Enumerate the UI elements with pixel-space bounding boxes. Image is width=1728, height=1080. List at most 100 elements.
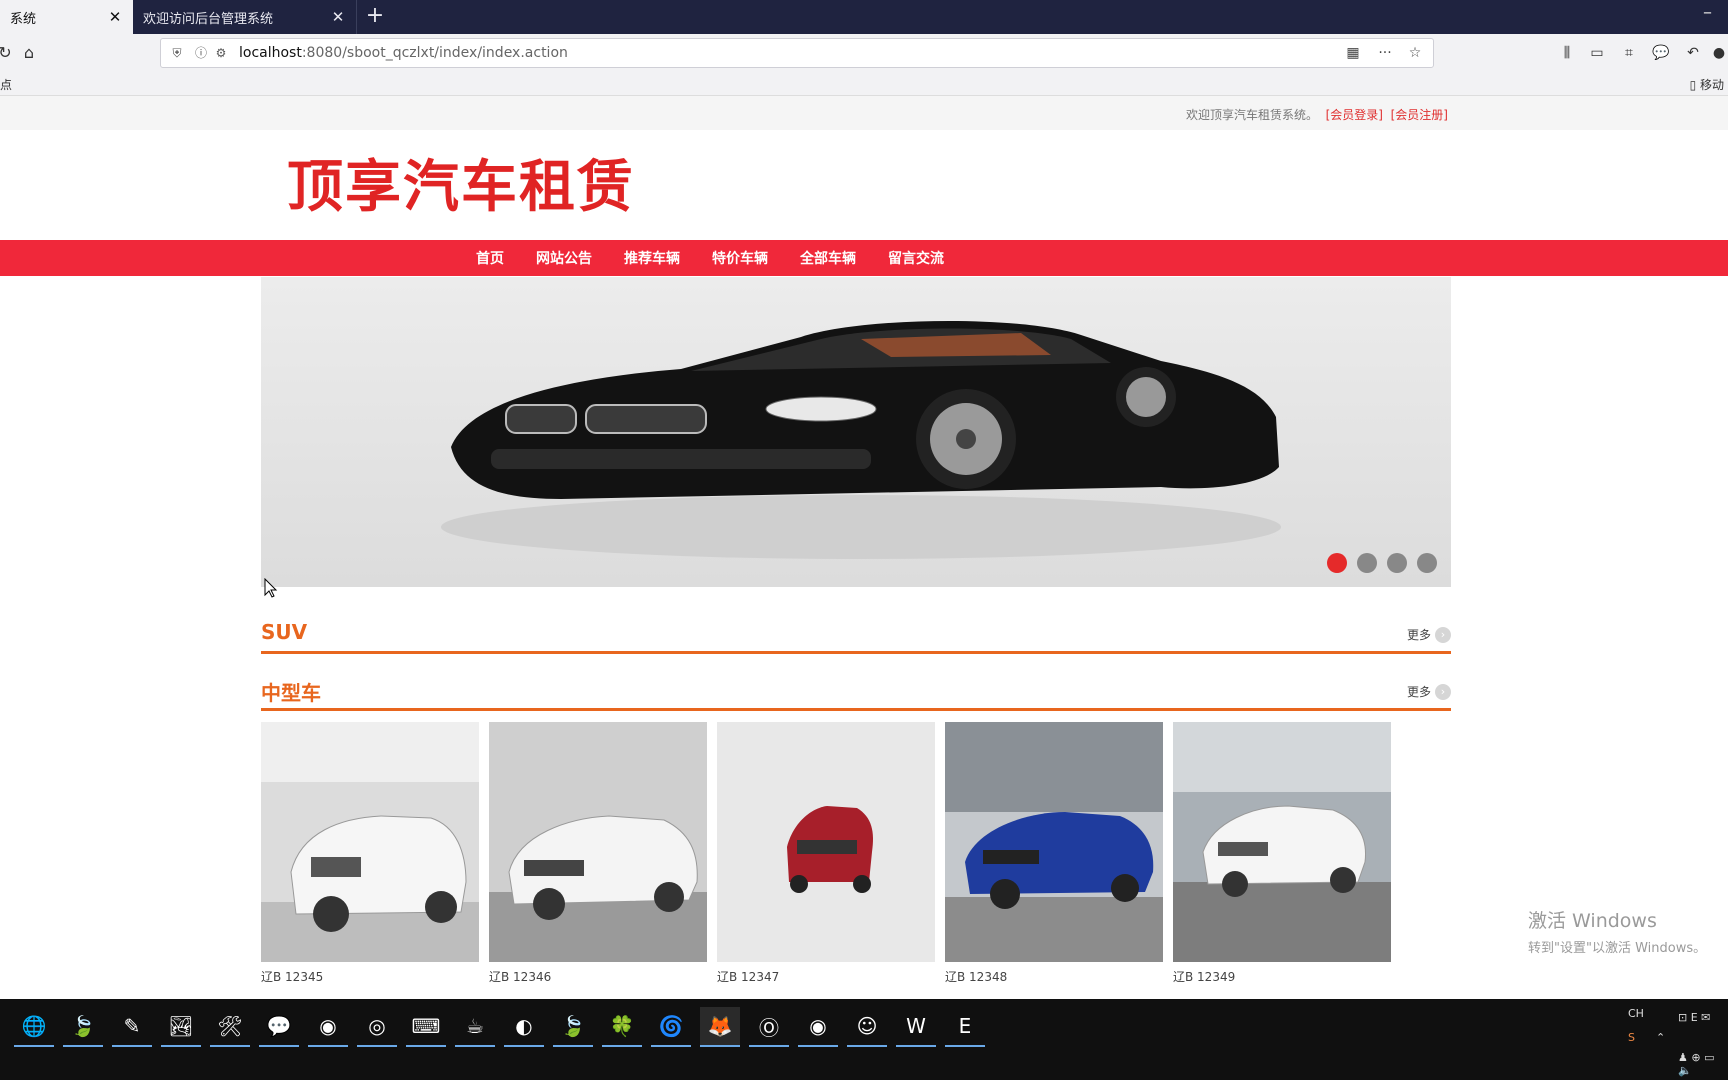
sidebar-icon[interactable]: ▭ — [1586, 43, 1608, 65]
green-app-icon-2[interactable]: 🍀 — [602, 1007, 642, 1047]
shield-icon[interactable]: ⛨ — [169, 45, 185, 61]
editor-icon[interactable]: E — [945, 1007, 985, 1047]
bookmark-item[interactable]: 点 — [0, 76, 12, 93]
qr-code-icon[interactable]: ▦ — [1343, 44, 1363, 64]
new-tab-button[interactable]: + — [362, 4, 388, 30]
browser-icon[interactable]: 🌐 — [14, 1007, 54, 1047]
chrome-icon-2[interactable]: ◉ — [798, 1007, 838, 1047]
member-login-link[interactable]: [会员登录] — [1326, 108, 1383, 122]
bookmark-star-icon[interactable]: ☆ — [1405, 44, 1425, 64]
more-link[interactable]: 更多 › — [1407, 626, 1451, 643]
opera-icon[interactable]: Ⓞ — [749, 1007, 789, 1047]
library-icon[interactable]: ⫼ — [1556, 43, 1578, 65]
car-plate[interactable]: 辽B 12349 — [1173, 968, 1391, 985]
mouse-cursor-icon — [264, 577, 278, 602]
more-actions-icon[interactable]: ··· — [1375, 44, 1395, 64]
word-icon[interactable]: W — [896, 1007, 936, 1047]
banner-car-image — [441, 320, 1281, 559]
more-label: 更多 — [1406, 685, 1431, 699]
browser-tab-admin[interactable]: 欢迎访问后台管理系统 ✕ — [133, 0, 357, 34]
mobile-bookmarks-label: 移动 — [1699, 78, 1724, 92]
browser-blue-icon[interactable]: ◎ — [357, 1007, 397, 1047]
ime-icon[interactable]: S — [1628, 1031, 1635, 1044]
header: 顶享汽车租赁 — [0, 130, 1728, 240]
carousel-dot-2[interactable] — [1357, 553, 1377, 573]
site-top-bar: 欢迎顶享汽车租赁系统。 [会员登录] [会员注册] — [0, 96, 1728, 130]
mobile-bookmarks[interactable]: ▯ 移动 — [1690, 76, 1724, 93]
member-register-link[interactable]: [会员注册] — [1391, 108, 1448, 122]
carousel-dot-3[interactable] — [1387, 553, 1407, 573]
undo-icon[interactable]: ↶ — [1682, 43, 1704, 65]
main-menu: 首页 网站公告 推荐车辆 特价车辆 全部车辆 留言交流 — [0, 240, 1728, 276]
tray-network-icon[interactable]: ♟ ⊕ ▭ 🔈 — [1678, 1051, 1728, 1077]
watermark-line2: 转到"设置"以激活 Windows。 — [1528, 941, 1707, 956]
banner-carousel[interactable] — [261, 277, 1451, 587]
section-title: 中型车 — [261, 681, 321, 705]
permissions-icon[interactable]: ⚙ — [213, 45, 229, 61]
home-icon[interactable]: ⌂ — [18, 43, 40, 65]
car-plate[interactable]: 辽B 12346 — [489, 968, 707, 985]
car-plate[interactable]: 辽B 12345 — [261, 968, 479, 985]
chat-icon[interactable]: 💬 — [1650, 43, 1672, 65]
info-icon[interactable]: ⓘ — [193, 45, 209, 61]
chevron-up-icon[interactable]: ⌃ — [1656, 1031, 1665, 1044]
tools-app-icon[interactable]: 🛠 — [210, 1007, 250, 1047]
section-midsize: 中型车 更多 › — [261, 667, 1451, 711]
extension-icon[interactable]: ● — [1708, 43, 1728, 65]
leaf-app-icon[interactable]: 🍃 — [63, 1007, 103, 1047]
car-photo[interactable] — [945, 722, 1163, 962]
bookmarks-bar: 点 ▯ 移动 — [0, 72, 1728, 96]
browser-tab-bar: 系统 ✕ 欢迎访问后台管理系统 ✕ + – — [0, 0, 1728, 34]
chrome-icon[interactable]: ◉ — [308, 1007, 348, 1047]
car-photo[interactable] — [717, 722, 935, 962]
welcome-line: 欢迎顶享汽车租赁系统。 [会员登录] [会员注册] — [1186, 106, 1448, 123]
ide-icon[interactable]: ⌨ — [406, 1007, 446, 1047]
car-card[interactable]: 辽B 12347 — [717, 722, 935, 985]
menu-item-all-cars[interactable]: 全部车辆 — [800, 248, 856, 268]
crop-icon[interactable]: ⌗ — [1618, 43, 1640, 65]
url-text[interactable]: localhost:8080/sboot_qczlxt/index/index.… — [239, 45, 568, 61]
address-bar[interactable]: ⛨ ⓘ ⚙ localhost:8080/sboot_qczlxt/index/… — [160, 38, 1434, 68]
system-tray: CH S ⌃ ⊡ E ✉ ♟ ⊕ ▭ 🔈 — [1628, 999, 1728, 1080]
more-link[interactable]: 更多 › — [1407, 683, 1451, 700]
car-plate[interactable]: 辽B 12347 — [717, 968, 935, 985]
browser-360-icon[interactable]: 🌀 — [651, 1007, 691, 1047]
welcome-text: 欢迎顶享汽车租赁系统。 — [1185, 108, 1318, 122]
language-indicator[interactable]: CH — [1628, 1007, 1644, 1020]
carousel-dot-4[interactable] — [1417, 553, 1437, 573]
car-card[interactable]: 辽B 12348 — [945, 722, 1163, 985]
reload-icon[interactable]: ↻ — [0, 43, 16, 65]
tray-app-icon[interactable]: ⊡ E ✉ — [1678, 1011, 1710, 1024]
car-photo[interactable] — [261, 722, 479, 962]
green-app-icon-3[interactable]: ☺ — [847, 1007, 887, 1047]
menu-item-specials[interactable]: 特价车辆 — [712, 248, 768, 268]
car-list: 辽B 12345 辽B 12346 辽B 12347 辽B 12348 辽B 1… — [261, 722, 1451, 985]
menu-item-messages[interactable]: 留言交流 — [888, 248, 944, 268]
car-card[interactable]: 辽B 12345 — [261, 722, 479, 985]
minimize-window-button[interactable]: – — [1703, 2, 1712, 23]
menu-item-recommended[interactable]: 推荐车辆 — [624, 248, 680, 268]
close-tab-icon[interactable]: ✕ — [330, 8, 346, 26]
car-card[interactable]: 辽B 12346 — [489, 722, 707, 985]
car-photo[interactable] — [489, 722, 707, 962]
java-icon[interactable]: ☕ — [455, 1007, 495, 1047]
image-app-icon[interactable]: 🏞 — [161, 1007, 201, 1047]
car-plate[interactable]: 辽B 12348 — [945, 968, 1163, 985]
firefox-icon[interactable]: 🦊 — [700, 1007, 740, 1047]
car-photo[interactable] — [1173, 722, 1391, 962]
wechat-icon[interactable]: 💬 — [259, 1007, 299, 1047]
close-tab-icon[interactable]: ✕ — [107, 8, 123, 26]
app-icon[interactable]: ◐ — [504, 1007, 544, 1047]
browser-nav-bar: ↻ ⌂ ⛨ ⓘ ⚙ localhost:8080/sboot_qczlxt/in… — [0, 34, 1728, 72]
site-logo[interactable]: 顶享汽车租赁 — [287, 142, 635, 223]
green-app-icon[interactable]: 🍃 — [553, 1007, 593, 1047]
carousel-dot-1[interactable] — [1327, 553, 1347, 573]
browser-tab-active[interactable]: 系统 ✕ — [0, 0, 133, 34]
windows-taskbar: 🌐 🍃 ✎ 🏞 🛠 💬 ◉ ◎ ⌨ ☕ ◐ 🍃 🍀 🌀 🦊 Ⓞ ◉ ☺ W E … — [0, 999, 1728, 1080]
menu-item-notices[interactable]: 网站公告 — [536, 248, 592, 268]
url-path: :8080/sboot_qczlxt/index/index.action — [301, 45, 568, 61]
editor-app-icon[interactable]: ✎ — [112, 1007, 152, 1047]
car-card[interactable]: 辽B 12349 — [1173, 722, 1391, 985]
menu-item-home[interactable]: 首页 — [476, 248, 504, 268]
chevron-right-icon: › — [1435, 626, 1451, 643]
